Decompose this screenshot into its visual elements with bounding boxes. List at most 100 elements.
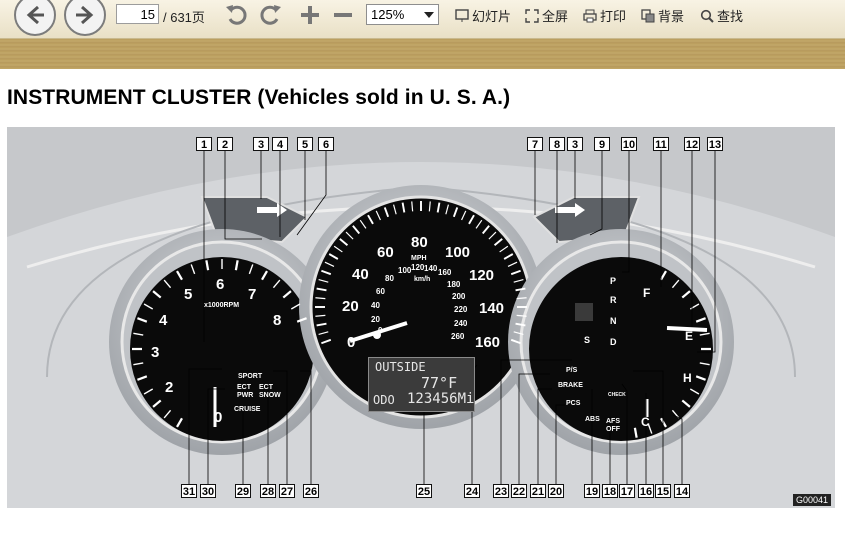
callout-26: 26 <box>303 484 319 498</box>
mph-number-140: 140 <box>479 300 505 317</box>
pdf-toolbar: 15 / 631页 125% 幻灯片 全屏 打印 背景 查找 <box>0 0 845 39</box>
slideshow-label: 幻灯片 <box>472 9 512 24</box>
mph-number-120: 120 <box>469 267 495 284</box>
forward-button[interactable] <box>64 0 106 36</box>
tach-number-3: 3 <box>151 344 160 361</box>
kmh-number-160: 160 <box>438 268 452 277</box>
callout-2: 2 <box>217 137 233 151</box>
printer-icon <box>583 9 597 22</box>
pcs-warning: PCS <box>566 400 581 407</box>
callout-8: 8 <box>549 137 565 151</box>
callout-24: 24 <box>464 484 480 498</box>
tach-unit: x1000RPM <box>204 302 240 309</box>
callout-3: 3 <box>253 137 269 151</box>
mph-number-20: 20 <box>342 298 359 315</box>
callout-12: 12 <box>684 137 700 151</box>
mph-number-80: 80 <box>411 234 428 251</box>
zoom-in-icon[interactable] <box>297 2 323 28</box>
page-number-input[interactable]: 15 <box>116 4 159 24</box>
fullscreen-button[interactable]: 全屏 <box>525 6 568 25</box>
gauge-letter-temp-h: H <box>683 371 692 385</box>
callout-18: 18 <box>602 484 618 498</box>
page-header-stripe <box>0 39 845 69</box>
gauge-letter-temp-e: E <box>685 329 694 343</box>
callout-17: 17 <box>619 484 635 498</box>
print-button[interactable]: 打印 <box>583 6 626 25</box>
callout-25: 25 <box>416 484 432 498</box>
callout-3: 3 <box>567 137 583 151</box>
callout-20: 20 <box>548 484 564 498</box>
check-engine-indicator: CHECK <box>608 392 626 398</box>
mph-unit: MPH <box>411 255 427 262</box>
print-label: 打印 <box>600 9 627 24</box>
callout-5: 5 <box>297 137 313 151</box>
gear-R: R <box>610 295 617 305</box>
mph-number-60: 60 <box>377 244 394 261</box>
cruise-indicator: CRUISE <box>234 406 261 413</box>
callout-27: 27 <box>279 484 295 498</box>
abs-warning: ABS <box>585 416 600 423</box>
callout-21: 21 <box>530 484 546 498</box>
chevron-down-icon <box>424 12 434 18</box>
kmh-number-80: 80 <box>385 274 394 283</box>
search-button[interactable]: 查找 <box>700 6 743 25</box>
kmh-number-200: 200 <box>452 292 466 301</box>
odo-label: ODO <box>373 393 395 407</box>
tach-number-2: 2 <box>165 379 174 396</box>
tach-number-8: 8 <box>273 312 282 329</box>
callout-19: 19 <box>584 484 600 498</box>
callout-22: 22 <box>511 484 527 498</box>
page-title: INSTRUMENT CLUSTER (Vehicles sold in U. … <box>7 86 511 109</box>
fullscreen-label: 全屏 <box>542 9 569 24</box>
gauge-letter-temp-c: C <box>641 415 650 429</box>
callout-30: 30 <box>200 484 216 498</box>
callout-29: 29 <box>235 484 251 498</box>
odo-value: 123456Mi <box>407 391 475 407</box>
rotate-right-icon[interactable] <box>257 2 283 28</box>
callout-9: 9 <box>594 137 610 151</box>
callout-16: 16 <box>638 484 654 498</box>
brake-warning: BRAKE <box>558 382 583 389</box>
callout-10: 10 <box>621 137 637 151</box>
callout-15: 15 <box>655 484 671 498</box>
arrow-right-icon <box>76 5 94 25</box>
back-button[interactable] <box>14 0 56 36</box>
slideshow-icon <box>455 8 469 22</box>
callout-1: 1 <box>196 137 212 151</box>
zoom-value: 125% <box>371 7 405 22</box>
kmh-number-140: 140 <box>424 264 438 273</box>
callout-14: 14 <box>674 484 690 498</box>
zoom-select[interactable]: 125% <box>366 4 439 25</box>
outside-label: OUTSIDE <box>375 360 426 374</box>
gear-D: D <box>610 337 617 347</box>
callout-7: 7 <box>527 137 543 151</box>
multi-info-display: OUTSIDE 77°F ODO 123456Mi <box>368 357 475 412</box>
tach-number-5: 5 <box>184 286 193 303</box>
callout-6: 6 <box>318 137 334 151</box>
zoom-out-icon[interactable] <box>330 2 356 28</box>
mph-number-160: 160 <box>475 334 501 351</box>
background-button[interactable]: 背景 <box>641 6 684 25</box>
outside-temp: 77°F <box>421 374 458 392</box>
background-label: 背景 <box>658 9 685 24</box>
callout-23: 23 <box>493 484 509 498</box>
page-total: / 631页 <box>163 10 205 25</box>
tach-number-6: 6 <box>216 276 225 293</box>
kmh-number-20: 20 <box>371 315 380 324</box>
search-label: 查找 <box>717 9 744 24</box>
sport-indicator: SPORT <box>238 373 263 380</box>
gear-S: S <box>584 335 591 345</box>
background-icon <box>641 8 655 22</box>
gear-N: N <box>610 316 617 326</box>
kmh-number-220: 220 <box>454 305 468 314</box>
ect-snow-indicator: ECT SNOW <box>259 384 281 399</box>
ect-pwr-indicator: ECT PWR <box>237 384 254 399</box>
mph-number-100: 100 <box>445 244 471 261</box>
slideshow-button[interactable]: 幻灯片 <box>455 6 511 25</box>
mph-number-0: 0 <box>347 334 356 351</box>
callout-28: 28 <box>260 484 276 498</box>
gauge-letter-fuel-full: F <box>643 286 651 300</box>
rotate-left-icon[interactable] <box>224 2 250 28</box>
fullscreen-icon <box>525 8 539 23</box>
tach-number-0: 0 <box>214 409 223 426</box>
